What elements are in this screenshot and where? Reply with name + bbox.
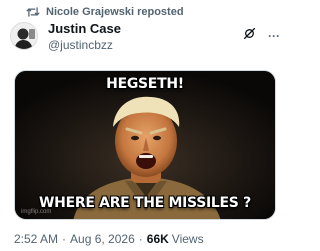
post-time[interactable]: 2:52 AM [14, 232, 58, 246]
post-media-image[interactable]: HEGSETH! WHERE ARE THE MISSILES ? imgfli… [14, 70, 276, 220]
repost-icon [26, 6, 40, 18]
grok-icon[interactable] [243, 27, 256, 45]
post-metadata: 2:52 AM · Aug 6, 2026 · 66K Views [14, 232, 204, 246]
author-handle[interactable]: @justincbzz [48, 38, 121, 52]
meta-separator: · [138, 232, 143, 246]
post-top-actions: ··· [243, 27, 280, 45]
views-count[interactable]: 66K [147, 232, 169, 246]
author-name[interactable]: Justin Case [48, 22, 121, 36]
author-block[interactable]: Justin Case @justincbzz [48, 22, 121, 53]
meta-separator: · [62, 232, 67, 246]
avatar[interactable] [10, 22, 38, 50]
meme-caption-top: HEGSETH! [106, 76, 184, 92]
post-date[interactable]: Aug 6, 2026 [70, 232, 135, 246]
views-label: Views [171, 232, 204, 246]
image-watermark: imgflip.com [21, 209, 52, 215]
repost-indicator[interactable]: Nicole Grajewski reposted [26, 4, 184, 20]
repost-text[interactable]: Nicole Grajewski reposted [46, 6, 184, 18]
more-icon[interactable]: ··· [268, 30, 280, 42]
meme-caption-bottom: WHERE ARE THE MISSILES ? [39, 195, 251, 211]
